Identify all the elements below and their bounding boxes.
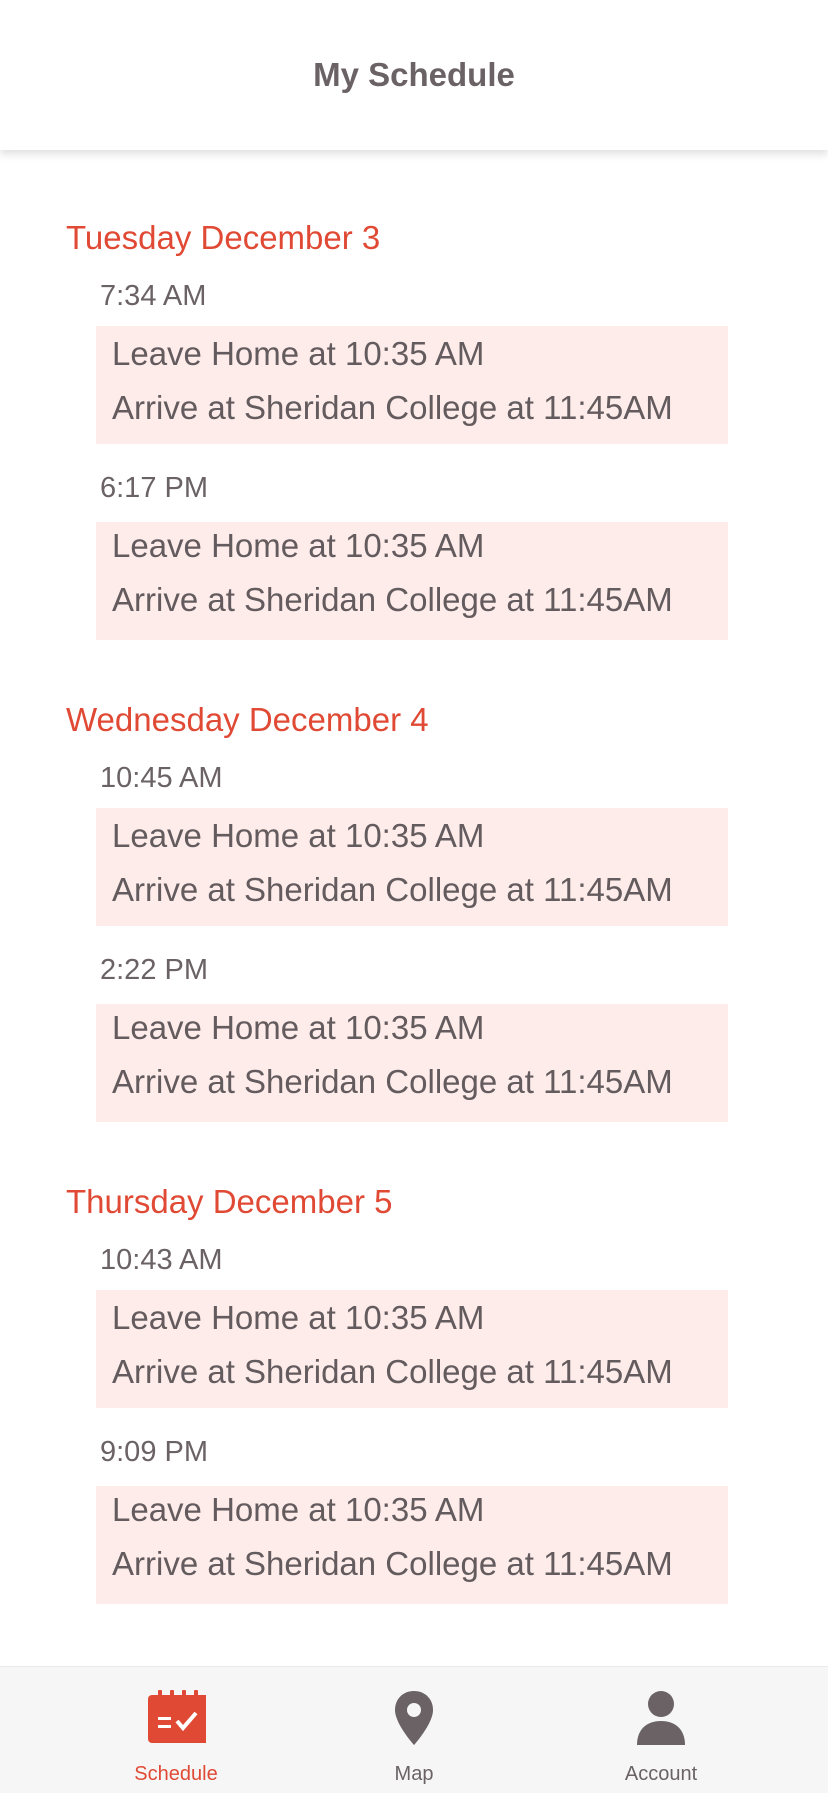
day-title: Wednesday December 4 [66,701,429,738]
map-pin-icon [395,1691,433,1745]
trip-leave-text: Leave Home at 10:35 AM [112,1491,485,1528]
schedule-list: Tuesday December 3 7:34 AM Leave Home at… [0,150,828,1666]
trip-time: 9:09 PM [100,1436,208,1468]
tab-label: Account [624,1763,698,1785]
trip-leave-text: Leave Home at 10:35 AM [112,1299,485,1336]
trip-time: 10:45 AM [100,762,223,794]
app-header: My Schedule [0,0,828,150]
trip-arrive-text: Arrive at Sheridan College at 11:45AM [112,871,673,908]
trip-arrive-text: Arrive at Sheridan College at 11:45AM [112,389,673,426]
trip-card[interactable]: Leave Home at 10:35 AM Arrive at Sherida… [96,522,728,640]
tab-schedule[interactable]: Schedule [38,1667,314,1793]
trip-leave-text: Leave Home at 10:35 AM [112,1009,485,1046]
tab-map[interactable]: Map [276,1667,552,1793]
trip-leave-text: Leave Home at 10:35 AM [112,527,485,564]
trip-arrive-text: Arrive at Sheridan College at 11:45AM [112,1063,673,1100]
trip-time: 10:43 AM [100,1244,223,1276]
day-section: Wednesday December 4 10:45 AM Leave Home… [0,632,828,1122]
trip-leave-text: Leave Home at 10:35 AM [112,817,485,854]
trip-card[interactable]: Leave Home at 10:35 AM Arrive at Sherida… [96,808,728,926]
day-section: Tuesday December 3 7:34 AM Leave Home at… [0,150,828,640]
bottom-tab-bar: Schedule Map Account [0,1666,828,1793]
day-section: Thursday December 5 10:43 AM Leave Home … [0,1114,828,1604]
page-title: My Schedule [313,56,515,93]
trip-time: 7:34 AM [100,280,207,312]
trip-arrive-text: Arrive at Sheridan College at 11:45AM [112,581,673,618]
day-title: Thursday December 5 [66,1183,393,1220]
trip-card[interactable]: Leave Home at 10:35 AM Arrive at Sherida… [96,1290,728,1408]
tab-label: Map [394,1763,434,1785]
trip-arrive-text: Arrive at Sheridan College at 11:45AM [112,1545,673,1582]
trip-leave-text: Leave Home at 10:35 AM [112,335,485,372]
tab-account[interactable]: Account [523,1667,799,1793]
trip-time: 6:17 PM [100,472,208,504]
calendar-check-icon [148,1690,206,1743]
trip-card[interactable]: Leave Home at 10:35 AM Arrive at Sherida… [96,326,728,444]
trip-arrive-text: Arrive at Sheridan College at 11:45AM [112,1353,673,1390]
tab-label: Schedule [134,1763,218,1785]
trip-card[interactable]: Leave Home at 10:35 AM Arrive at Sherida… [96,1004,728,1122]
trip-time: 2:22 PM [100,954,208,986]
person-icon [637,1691,685,1745]
trip-card[interactable]: Leave Home at 10:35 AM Arrive at Sherida… [96,1486,728,1604]
day-title: Tuesday December 3 [66,219,381,256]
